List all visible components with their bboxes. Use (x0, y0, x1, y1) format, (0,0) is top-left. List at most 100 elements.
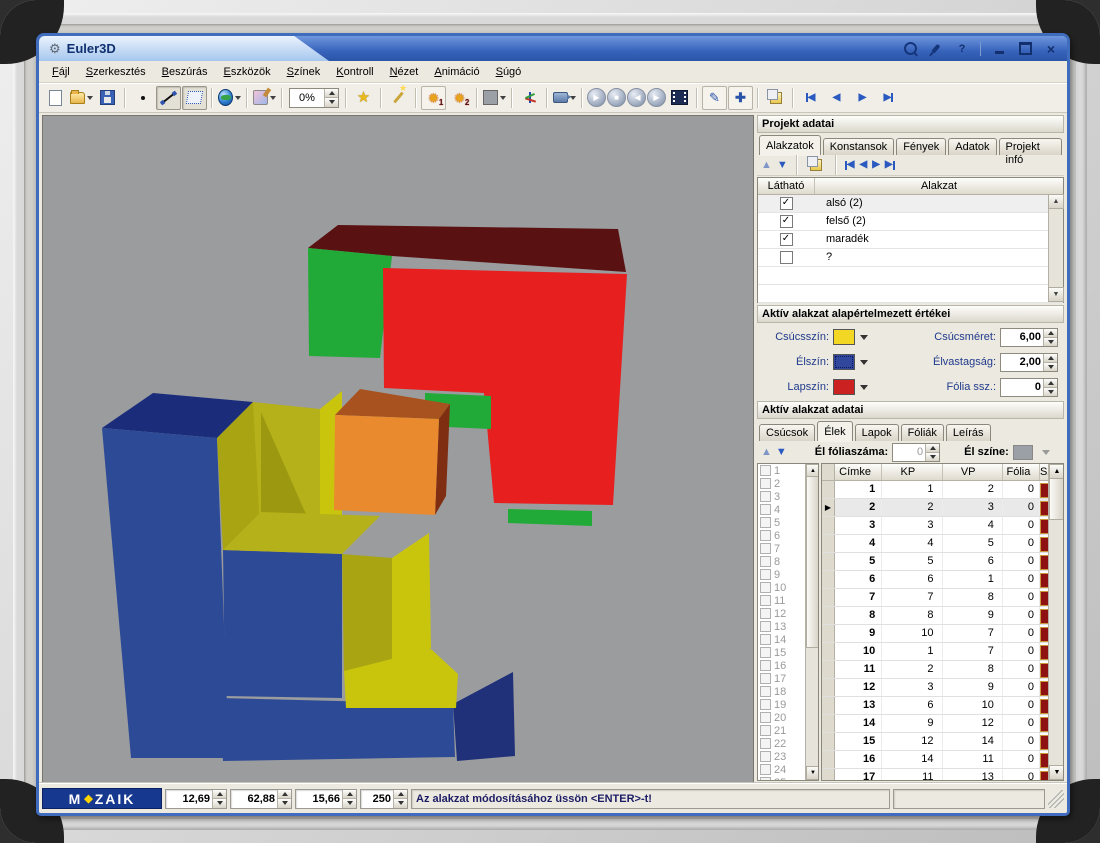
tab-projekt-infó[interactable]: Projekt infó (999, 138, 1062, 155)
close-button[interactable]: × (1043, 41, 1059, 57)
minimize-button[interactable] (991, 41, 1007, 57)
scrollbar-thumb[interactable] (1049, 478, 1064, 520)
edge-folio-spinner[interactable]: 0 (892, 443, 940, 462)
checkbox-unchecked[interactable] (760, 738, 771, 749)
checkbox-unchecked[interactable] (760, 556, 771, 567)
edge-row[interactable]: 10170 (822, 643, 1063, 661)
color-swatch[interactable] (833, 354, 855, 370)
checkbox-unchecked[interactable] (760, 504, 771, 515)
row-selector[interactable] (822, 553, 835, 570)
row-selector[interactable] (822, 769, 835, 781)
transform-button[interactable] (252, 86, 277, 110)
edge-row[interactable]: ▶2230 (822, 499, 1063, 517)
row-selector[interactable] (822, 679, 835, 696)
checkbox-unchecked[interactable] (760, 751, 771, 762)
edge-folio-spin-buttons[interactable] (925, 444, 939, 461)
tab-leírás[interactable]: Leírás (946, 424, 991, 441)
shape-row[interactable]: ✓felső (2) (758, 213, 1063, 231)
checkbox-unchecked[interactable] (760, 608, 771, 619)
scroll-up-icon[interactable]: ▲ (1049, 464, 1064, 479)
prev-record-button[interactable]: ◀ (824, 86, 849, 110)
tab-fények[interactable]: Fények (896, 138, 946, 155)
shape-row[interactable]: ✓alsó (2) (758, 195, 1063, 213)
edge-row[interactable]: 12390 (822, 679, 1063, 697)
edge-row[interactable]: 6610 (822, 571, 1063, 589)
last-record-button[interactable]: ▶ (876, 86, 901, 110)
row-selector[interactable] (822, 571, 835, 588)
row-selector[interactable] (822, 517, 835, 534)
column-header-vp[interactable]: VP (943, 464, 1003, 480)
next-shape-button[interactable]: ▶ (872, 160, 880, 170)
row-selector[interactable]: ▶ (822, 499, 835, 516)
edge-row[interactable]: 7780 (822, 589, 1063, 607)
shape-row[interactable]: ? (758, 249, 1063, 267)
last-shape-button[interactable]: ▶ (885, 160, 895, 170)
value-spinner[interactable]: 6,00 (1000, 328, 1058, 347)
move-down-button[interactable]: ▼ (777, 160, 788, 171)
background-color-button[interactable] (482, 86, 507, 110)
spin-buttons[interactable] (1043, 379, 1057, 396)
checkbox-unchecked[interactable] (760, 543, 771, 554)
shape-green-left-face[interactable] (308, 248, 392, 358)
resize-grip[interactable] (1048, 790, 1064, 808)
edge-row[interactable]: 91070 (822, 625, 1063, 643)
row-selector[interactable] (822, 697, 835, 714)
distance-spinner[interactable]: 250 (360, 789, 408, 809)
pin-window-button[interactable] (928, 41, 944, 57)
color-dropdown-icon[interactable] (860, 360, 868, 365)
save-file-button[interactable] (95, 86, 120, 110)
first-record-button[interactable]: ◀ (798, 86, 823, 110)
wizard-button[interactable] (386, 86, 411, 110)
row-selector[interactable] (822, 535, 835, 552)
spin-buttons[interactable] (342, 790, 356, 808)
column-header-kp[interactable]: KP (882, 464, 942, 480)
menu-item-eszközök[interactable]: Eszközök (217, 64, 278, 80)
menu-item-fájl[interactable]: Fájl (45, 64, 77, 80)
spin-buttons[interactable] (393, 790, 407, 808)
row-selector[interactable] (822, 643, 835, 660)
favorites-button[interactable]: ★ (351, 86, 376, 110)
menu-item-beszúrás[interactable]: Beszúrás (155, 64, 215, 80)
edge-grid-scrollbar[interactable]: ▲ ▼ (1048, 464, 1063, 780)
coord-y-spinner[interactable]: 62,88 (230, 789, 292, 809)
tab-lapok[interactable]: Lapok (855, 424, 899, 441)
checkbox-unchecked[interactable] (760, 647, 771, 658)
rewind-button[interactable]: ◀ (627, 88, 646, 107)
checkbox-checked[interactable]: ✓ (780, 215, 793, 228)
polygon-tool-button[interactable] (182, 86, 207, 110)
maximize-button[interactable] (1017, 41, 1033, 57)
tab-alakzatok[interactable]: Alakzatok (759, 135, 821, 155)
stop-button[interactable]: ■ (607, 88, 626, 107)
edge-row[interactable]: 1120 (822, 481, 1063, 499)
column-header-címke[interactable]: Címke (835, 464, 882, 480)
menu-item-súgó[interactable]: Súgó (489, 64, 529, 80)
shape-orange-front-face[interactable] (334, 415, 439, 515)
open-file-button[interactable] (69, 86, 94, 110)
row-selector[interactable] (822, 661, 835, 678)
spin-buttons[interactable] (277, 790, 291, 808)
spin-buttons[interactable] (212, 790, 226, 808)
title-bar[interactable]: ⚙ Euler3D ? × (39, 36, 1067, 61)
help-button[interactable]: ? (954, 41, 970, 57)
value-spinner[interactable]: 0 (1000, 378, 1058, 397)
light2-button[interactable]: ✹2 (447, 86, 472, 110)
row-selector[interactable] (822, 481, 835, 498)
coord-z-spinner[interactable]: 15,66 (295, 789, 357, 809)
zoom-spin-buttons[interactable] (324, 89, 338, 107)
edge-row[interactable]: 1512140 (822, 733, 1063, 751)
edge-move-up-button[interactable]: ▲ (761, 447, 772, 458)
edge-row[interactable]: 1711130 (822, 769, 1063, 781)
checkbox-unchecked[interactable] (760, 725, 771, 736)
checkbox-unchecked[interactable] (760, 699, 771, 710)
axes-button[interactable] (517, 86, 542, 110)
first-shape-button[interactable]: ◀ (845, 160, 855, 170)
menu-item-színek[interactable]: Színek (280, 64, 328, 80)
duplicate-button[interactable] (763, 86, 788, 110)
scroll-up-icon[interactable]: ▲ (1048, 194, 1064, 209)
menu-item-animáció[interactable]: Animáció (427, 64, 486, 80)
checkbox-unchecked[interactable] (760, 660, 771, 671)
shape-yellow-col2-front[interactable] (342, 554, 392, 674)
spin-buttons[interactable] (1043, 354, 1057, 371)
checkbox-unchecked[interactable] (760, 478, 771, 489)
edge-row[interactable]: 3340 (822, 517, 1063, 535)
